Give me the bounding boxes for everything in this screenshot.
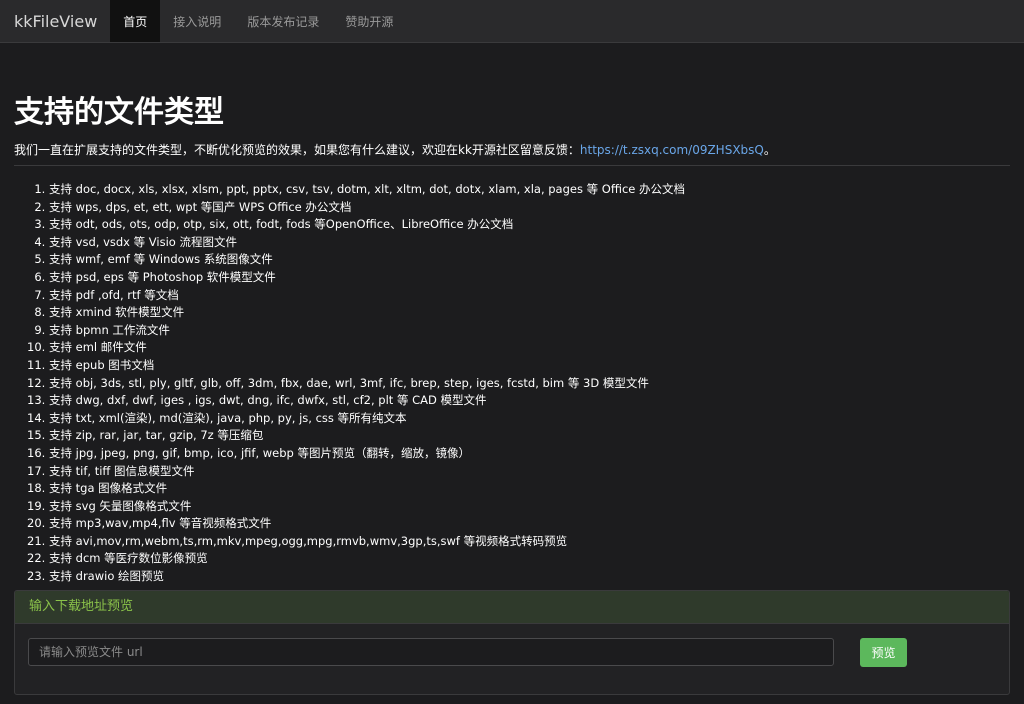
list-item: 支持 bpmn 工作流文件 bbox=[49, 322, 1010, 340]
preview-button[interactable]: 预览 bbox=[860, 637, 907, 667]
subtitle-end: 。 bbox=[763, 143, 776, 157]
list-item: 支持 mp3,wav,mp4,flv 等音视频格式文件 bbox=[49, 515, 1010, 533]
list-item: 支持 wmf, emf 等 Windows 系统图像文件 bbox=[49, 251, 1010, 269]
list-item: 支持 zip, rar, jar, tar, gzip, 7z 等压缩包 bbox=[49, 427, 1010, 445]
page-title: 支持的文件类型 bbox=[14, 95, 224, 130]
list-item: 支持 avi,mov,rm,webm,ts,rm,mkv,mpeg,ogg,mp… bbox=[49, 533, 1010, 551]
list-item: 支持 jpg, jpeg, png, gif, bmp, ico, jfif, … bbox=[49, 445, 1010, 463]
list-item: 支持 epub 图书文档 bbox=[49, 357, 1010, 375]
divider bbox=[14, 165, 1010, 166]
brand-logo[interactable]: kkFileView bbox=[0, 0, 110, 42]
list-item: 支持 obj, 3ds, stl, ply, gltf, glb, off, 3… bbox=[49, 375, 1010, 393]
nav-item-home[interactable]: 首页 bbox=[110, 0, 161, 42]
url-input[interactable] bbox=[28, 638, 834, 667]
list-item: 支持 eml 邮件文件 bbox=[49, 339, 1010, 357]
list-item: 支持 svg 矢量图像格式文件 bbox=[49, 498, 1010, 516]
list-item: 支持 tga 图像格式文件 bbox=[49, 480, 1010, 498]
file-types-list: 支持 doc, docx, xls, xlsx, xlsm, ppt, pptx… bbox=[14, 181, 1010, 586]
nav-item-release-notes[interactable]: 版本发布记录 bbox=[234, 0, 332, 42]
panel-heading: 输入下载地址预览 bbox=[15, 590, 1009, 624]
top-navbar: kkFileView 首页 接入说明 版本发布记录 赞助开源 bbox=[0, 0, 1024, 43]
list-item: 支持 drawio 绘图预览 bbox=[49, 568, 1010, 586]
page-subtitle: 我们一直在扩展支持的文件类型，不断优化预览的效果，如果您有什么建议，欢迎在kk开… bbox=[14, 141, 1010, 159]
list-item: 支持 doc, docx, xls, xlsx, xlsm, ppt, pptx… bbox=[49, 181, 1010, 199]
panel-body: 预览 bbox=[15, 624, 1009, 681]
preview-panel: 输入下载地址预览 预览 bbox=[14, 589, 1010, 695]
nav-item-sponsor[interactable]: 赞助开源 bbox=[332, 0, 406, 42]
community-link[interactable]: https://t.zsxq.com/09ZHSXbsQ bbox=[580, 143, 764, 157]
list-item: 支持 dwg, dxf, dwf, iges , igs, dwt, dng, … bbox=[49, 392, 1010, 410]
list-item: 支持 odt, ods, ots, odp, otp, six, ott, fo… bbox=[49, 216, 1010, 234]
list-item: 支持 psd, eps 等 Photoshop 软件模型文件 bbox=[49, 269, 1010, 287]
list-item: 支持 tif, tiff 图信息模型文件 bbox=[49, 463, 1010, 481]
list-item: 支持 pdf ,ofd, rtf 等文档 bbox=[49, 287, 1010, 305]
main-content: 支持的文件类型 我们一直在扩展支持的文件类型，不断优化预览的效果，如果您有什么建… bbox=[0, 93, 1024, 695]
list-item: 支持 dcm 等医疗数位影像预览 bbox=[49, 550, 1010, 568]
list-item: 支持 txt, xml(渲染), md(渲染), java, php, py, … bbox=[49, 410, 1010, 428]
nav-item-integration-guide[interactable]: 接入说明 bbox=[160, 0, 234, 42]
list-item: 支持 vsd, vsdx 等 Visio 流程图文件 bbox=[49, 234, 1010, 252]
list-item: 支持 wps, dps, et, ett, wpt 等国产 WPS Office… bbox=[49, 199, 1010, 217]
subtitle-text: 我们一直在扩展支持的文件类型，不断优化预览的效果，如果您有什么建议，欢迎在kk开… bbox=[14, 143, 580, 157]
list-item: 支持 xmind 软件模型文件 bbox=[49, 304, 1010, 322]
